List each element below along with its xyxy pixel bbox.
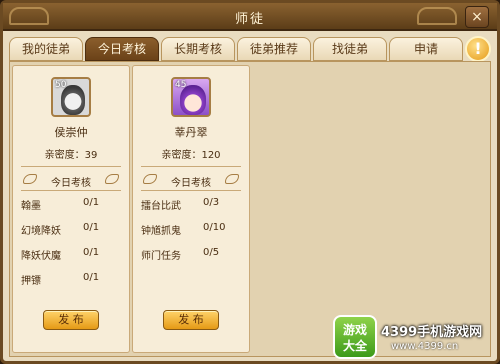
task-progress: 0/3 — [203, 197, 220, 208]
task-row: 师门任务 0/5 — [141, 247, 241, 262]
task-row: 押镖 0/1 — [21, 272, 121, 287]
divider — [21, 190, 121, 191]
tab-applications[interactable]: 申请 — [389, 37, 463, 61]
task-row: 幻境降妖 0/1 — [21, 222, 121, 237]
task-name: 擂台比武 — [141, 201, 181, 212]
task-name: 幻境降妖 — [21, 226, 61, 237]
task-row: 钟馗抓鬼 0/10 — [141, 222, 241, 237]
publish-button[interactable]: 发 布 — [43, 310, 99, 330]
tab-long-term-assessment[interactable]: 长期考核 — [161, 37, 235, 61]
watermark-site-name: 4399手机游戏网 — [381, 325, 483, 340]
student-name: 侯崇仲 — [54, 126, 88, 139]
avatar[interactable]: 50 — [51, 77, 91, 117]
tab-find-apprentice[interactable]: 找徒弟 — [313, 37, 387, 61]
publish-button[interactable]: 发 布 — [163, 310, 219, 330]
task-row: 擂台比武 0/3 — [141, 197, 241, 212]
divider — [141, 166, 241, 167]
alert-icon[interactable]: ! — [465, 36, 491, 62]
student-card: 45 莘丹翠 亲密度：120 今日考核 擂台比武 0/3 钟馗抓鬼 0/10 师… — [132, 65, 250, 353]
task-progress: 0/1 — [83, 247, 100, 258]
divider — [141, 190, 241, 191]
task-name: 降妖伏魔 — [21, 251, 61, 262]
student-card: 50 侯崇仲 亲密度：39 今日考核 翰墨 0/1 幻境降妖 0/1 降妖伏魔 … — [12, 65, 130, 353]
game-logo-icon: 游戏 大全 — [333, 315, 377, 359]
task-name: 师门任务 — [141, 251, 181, 262]
watermark-url: www.4399.cn — [391, 341, 459, 352]
task-row: 降妖伏魔 0/1 — [21, 247, 121, 262]
watermark: 游戏 大全 4399手机游戏网 www.4399.cn — [333, 315, 493, 359]
task-name: 钟馗抓鬼 — [141, 226, 181, 237]
logo-text-line1: 游戏 — [342, 323, 367, 337]
level-badge: 50 — [55, 80, 67, 90]
right-ornament — [417, 7, 457, 25]
title-bar: 师徒 × — [3, 3, 497, 31]
tab-daily-assessment[interactable]: 今日考核 — [85, 37, 159, 61]
logo-text-line2: 大全 — [342, 339, 367, 353]
task-progress: 0/1 — [83, 197, 100, 208]
divider — [21, 166, 121, 167]
student-name: 莘丹翠 — [174, 126, 208, 139]
task-progress: 0/5 — [203, 247, 220, 258]
close-icon: × — [471, 9, 483, 25]
master-apprentice-window: 师徒 × 我的徒弟 今日考核 长期考核 徒弟推荐 找徒弟 申请 ! 50 侯崇仲… — [0, 0, 500, 364]
task-progress: 0/10 — [203, 222, 226, 233]
task-name: 翰墨 — [21, 201, 41, 212]
level-badge: 45 — [175, 80, 187, 90]
main-panel: 50 侯崇仲 亲密度：39 今日考核 翰墨 0/1 幻境降妖 0/1 降妖伏魔 … — [9, 61, 491, 357]
tab-apprentice-recommend[interactable]: 徒弟推荐 — [237, 37, 311, 61]
intimacy-value: 亲密度：39 — [44, 150, 98, 161]
task-progress: 0/1 — [83, 272, 100, 283]
task-row: 翰墨 0/1 — [21, 197, 121, 212]
intimacy-value: 亲密度：120 — [161, 150, 221, 161]
avatar[interactable]: 45 — [171, 77, 211, 117]
tab-my-apprentices[interactable]: 我的徒弟 — [9, 37, 83, 61]
close-button[interactable]: × — [465, 6, 489, 28]
task-progress: 0/1 — [83, 222, 100, 233]
task-name: 押镖 — [21, 276, 41, 287]
